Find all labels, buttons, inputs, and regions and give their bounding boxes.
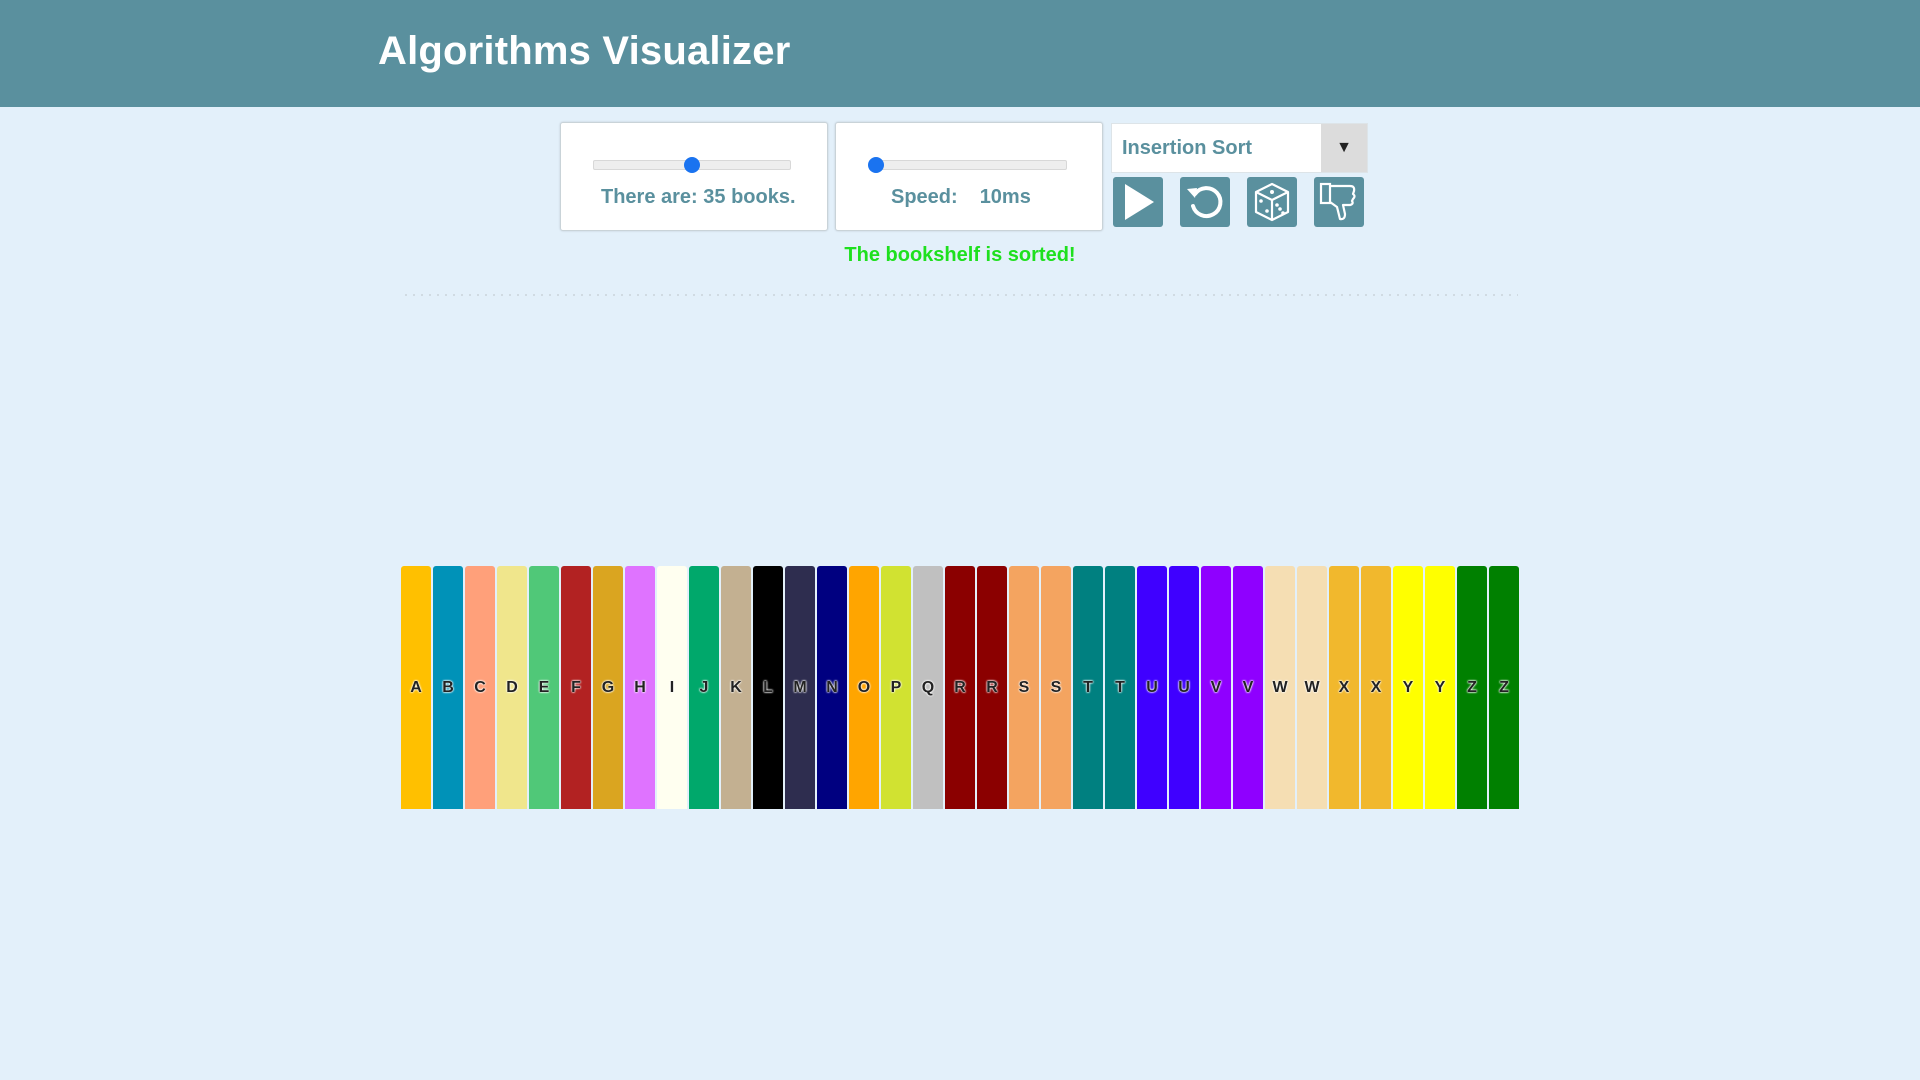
book-letter: V: [1210, 678, 1222, 696]
speed-panel: Speed: 10ms: [835, 122, 1103, 231]
book-letter: Q: [921, 678, 935, 696]
speed-slider-thumb[interactable]: [868, 157, 884, 173]
book: N: [817, 566, 847, 809]
book-letter: V: [1242, 678, 1254, 696]
book-letter: F: [571, 678, 581, 696]
book: W: [1297, 566, 1327, 809]
book-letter: I: [669, 678, 675, 696]
thumbs-down-icon: [1319, 182, 1356, 221]
book: Y: [1393, 566, 1423, 809]
book: X: [1329, 566, 1359, 809]
algorithm-selected-value: Insertion Sort: [1122, 137, 1253, 159]
shuffle-button[interactable]: [1247, 177, 1297, 227]
book-letter: C: [474, 678, 486, 696]
book-letter: A: [410, 678, 422, 696]
book: U: [1137, 566, 1167, 809]
book-letter: Y: [1434, 678, 1446, 696]
chevron-down-icon[interactable]: ▼: [1321, 124, 1367, 172]
book: Y: [1425, 566, 1455, 809]
book-count-slider-thumb[interactable]: [684, 157, 700, 173]
book-letter: K: [730, 678, 742, 696]
book-letter: U: [1146, 678, 1158, 696]
book: U: [1169, 566, 1199, 809]
book-letter: G: [601, 678, 615, 696]
book: D: [497, 566, 527, 809]
bookshelf: ABCDEFGHIJKLMNOPQRRSSTTUUVVWWXXYYZZ: [401, 566, 1521, 809]
book: X: [1361, 566, 1391, 809]
book: O: [849, 566, 879, 809]
status-message: The bookshelf is sorted!: [844, 244, 1076, 266]
book-letter: W: [1304, 678, 1320, 696]
book-letter: J: [699, 678, 709, 696]
book-letter: N: [826, 678, 838, 696]
book-letter: Z: [1467, 678, 1477, 696]
book-letter: T: [1083, 678, 1093, 696]
book: C: [465, 566, 495, 809]
book: P: [881, 566, 911, 809]
book-letter: L: [763, 678, 773, 696]
book: E: [529, 566, 559, 809]
book-count-panel: There are: 35 books.: [560, 122, 828, 231]
book-letter: S: [1050, 678, 1062, 696]
speed-label: Speed: 10ms: [891, 186, 1031, 209]
dice-icon: [1254, 182, 1290, 222]
book: T: [1073, 566, 1103, 809]
book-letter: P: [890, 678, 902, 696]
reset-button[interactable]: [1180, 177, 1230, 227]
book-letter: E: [538, 678, 550, 696]
book: R: [945, 566, 975, 809]
speed-label-text: Speed:: [891, 186, 958, 208]
reset-icon: [1187, 186, 1223, 219]
book-letter: U: [1178, 678, 1190, 696]
book: F: [561, 566, 591, 809]
app-title: Algorithms Visualizer: [378, 29, 791, 73]
book: S: [1041, 566, 1071, 809]
worst-case-button[interactable]: [1314, 177, 1364, 227]
book-letter: B: [442, 678, 454, 696]
book: R: [977, 566, 1007, 809]
book: V: [1233, 566, 1263, 809]
book: T: [1105, 566, 1135, 809]
book: Z: [1489, 566, 1519, 809]
app-header: Algorithms Visualizer: [0, 0, 1920, 107]
algorithm-select[interactable]: Insertion Sort ▼: [1111, 123, 1368, 173]
book: S: [1009, 566, 1039, 809]
book-letter: M: [793, 678, 807, 696]
book-letter: D: [506, 678, 518, 696]
book: G: [593, 566, 623, 809]
book: I: [657, 566, 687, 809]
book: Z: [1457, 566, 1487, 809]
book-letter: T: [1115, 678, 1125, 696]
play-button[interactable]: [1113, 177, 1163, 227]
book-letter: O: [857, 678, 871, 696]
shelf-guide-dots: [402, 294, 1518, 296]
book: L: [753, 566, 783, 809]
book-letter: W: [1272, 678, 1288, 696]
book-letter: R: [986, 678, 998, 696]
book-letter: Y: [1402, 678, 1414, 696]
book-letter: X: [1370, 678, 1382, 696]
book: M: [785, 566, 815, 809]
book: W: [1265, 566, 1295, 809]
book: H: [625, 566, 655, 809]
book-letter: S: [1018, 678, 1030, 696]
play-icon: [1125, 184, 1154, 220]
book: K: [721, 566, 751, 809]
book-letter: H: [634, 678, 646, 696]
book: A: [401, 566, 431, 809]
book: V: [1201, 566, 1231, 809]
book: Q: [913, 566, 943, 809]
book: B: [433, 566, 463, 809]
book-letter: X: [1338, 678, 1350, 696]
speed-slider[interactable]: [869, 160, 1067, 170]
book-count-label: There are: 35 books.: [601, 186, 796, 208]
speed-value: 10ms: [979, 186, 1031, 208]
book-letter: R: [954, 678, 966, 696]
book: J: [689, 566, 719, 809]
book-letter: Z: [1499, 678, 1509, 696]
